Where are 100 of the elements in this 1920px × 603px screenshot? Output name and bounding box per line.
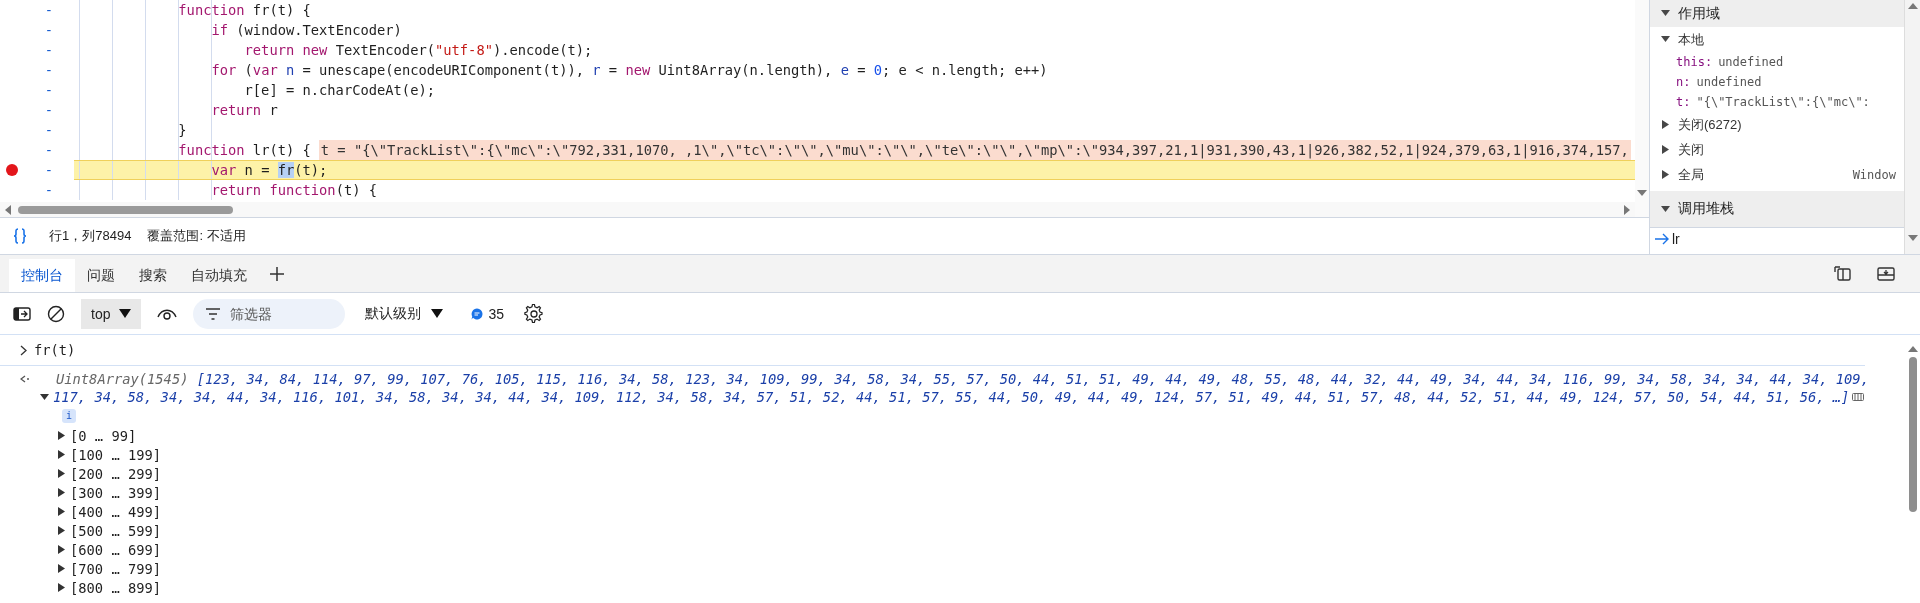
array-range[interactable]: [0 … 99] [70, 427, 137, 444]
dropdown-caret-icon [431, 309, 444, 318]
expand-arrow-icon[interactable] [57, 469, 66, 478]
collapse-arrow-icon[interactable] [1661, 35, 1670, 44]
code-line: r[e] = n.charCodeAt(e); [243, 81, 435, 100]
scope-label[interactable]: 关闭(6272) [1678, 115, 1742, 134]
filter-icon [206, 307, 221, 320]
expand-arrow-icon[interactable] [57, 431, 66, 440]
array-range[interactable]: [400 … 499] [70, 503, 162, 520]
array-preview: 117, 34, 58, 34, 34, 44, 34, 116, 101, 34, 58, 34, 34, 44, 34, 109, 112, 34, 58, 34, 57, 51, 52, 44, 51, 57, 55, 44, 50, 49, 44, 49, 124, 57, 51, 49, 44, 51, 57, 48, 44, 52, 51, 44, 49, 124, 57, 50, 54, 44, 51, 56, …] [53, 389, 1850, 405]
scroll-up-icon [1907, 345, 1918, 353]
expand-arrow-icon[interactable] [57, 450, 66, 459]
code-line: return function(t) { [210, 181, 378, 200]
object-type: Uint8Array(1545) [56, 371, 189, 387]
coverage-status: 覆盖范围: 不适用 [147, 227, 246, 245]
variable-value: undefined [1718, 55, 1784, 69]
sidebar-icon[interactable] [13, 306, 31, 321]
line-number: - [43, 161, 55, 180]
inline-value: t = "{\"TrackList\":{\"mc\":\"792,331,1070, ,1\",\"tc\":\"\",\"mu\":\"\",\"te\":\"\",\"mp\":\"934,397,21,1|931,390,43,1|926,382,52,1|924,379,63,1|916,374,157, [318, 140, 1631, 160]
variable-name: this: [1676, 55, 1713, 69]
array-range[interactable]: [500 … 599] [70, 522, 162, 539]
line-number: - [43, 141, 55, 160]
section-header[interactable]: 作用域 [1650, 0, 1904, 27]
scope-label[interactable]: 全局 [1678, 165, 1704, 184]
panel-tab[interactable]: 自动填充 [179, 259, 259, 292]
expand-arrow-icon[interactable] [57, 564, 66, 573]
line-number: - [43, 181, 55, 200]
scrollbar-thumb[interactable] [1908, 357, 1917, 512]
expand-arrow-icon[interactable] [57, 526, 66, 535]
scroll-down-icon [1637, 189, 1647, 197]
console-command-text: fr(t) [34, 342, 76, 358]
message-count[interactable]: 35 [465, 304, 511, 323]
prompt-chevron-icon [20, 344, 28, 356]
dock-bottom-icon[interactable] [1877, 265, 1895, 282]
context-dropdown[interactable]: top [81, 298, 142, 329]
braces-icon[interactable] [13, 228, 27, 244]
expand-arrow-icon[interactable] [57, 488, 66, 497]
scroll-left-icon [4, 204, 12, 215]
log-level-dropdown[interactable]: 默认级别 [359, 303, 450, 324]
array-range[interactable]: [600 … 699] [70, 541, 162, 558]
section-title: 调用堆栈 [1678, 200, 1734, 218]
collapse-arrow-icon[interactable] [1661, 204, 1670, 214]
expand-arrow-icon[interactable] [57, 507, 66, 516]
array-range[interactable]: [100 … 199] [70, 446, 162, 463]
expand-arrow-icon[interactable] [1661, 120, 1670, 129]
expand-arrow-icon[interactable] [1661, 170, 1670, 179]
info-badge[interactable]: i [62, 409, 77, 423]
variable-name: n: [1676, 75, 1691, 89]
code-line: return new TextEncoder("utf-8").encode(t); [243, 41, 593, 60]
array-range[interactable]: [800 … 899] [70, 579, 162, 596]
settings-icon[interactable] [524, 303, 545, 324]
line-number: - [43, 81, 55, 100]
panel-tab[interactable]: 搜索 [127, 259, 179, 292]
collapse-arrow-icon[interactable] [40, 392, 49, 402]
line-number: - [43, 21, 55, 40]
code-line: if (window.TextEncoder) [210, 21, 402, 40]
scroll-down-icon [1907, 234, 1918, 242]
memory-icon[interactable] [1851, 392, 1866, 402]
line-number: - [43, 41, 55, 60]
message-icon [471, 307, 484, 320]
clear-icon[interactable] [47, 304, 65, 323]
array-preview: [123, 34, 84, 114, 97, 99, 107, 76, 105, 115, 116, 34, 58, 123, 34, 109, 99, 34, 58, 34, 55, 57, 50, 44, 51, 51, 49, 44, 49, 48, 55, 48, 44, 32, 44, 49, 34, 44, 34, 116, 99, 34, 58, 34, 34, 44, 34, 109, [195, 371, 1869, 387]
scroll-up-icon [1907, 2, 1918, 10]
panel-tab[interactable]: 问题 [75, 259, 127, 292]
plus-icon [269, 265, 285, 282]
variable-value: "{\"TrackList\":{\"mc\": [1696, 95, 1870, 109]
line-number: - [43, 121, 55, 140]
code-line: for (var n = unescape(encodeURIComponent(t)), r = new Uint8Array(n.length), e = 0; e < n.length; e++) [210, 61, 1048, 80]
code-line: var n = fr(t); [210, 161, 328, 180]
section-header[interactable]: 调用堆栈 [1650, 191, 1904, 227]
scope-label[interactable]: 关闭 [1678, 140, 1704, 159]
scroll-right-icon [1623, 204, 1631, 215]
breakpoint-icon[interactable] [6, 164, 18, 176]
line-number: - [43, 61, 55, 80]
expand-arrow-icon[interactable] [57, 545, 66, 554]
code-line: function fr(t) { [177, 1, 311, 20]
expand-arrow-icon[interactable] [57, 583, 66, 592]
return-arrow-icon [20, 374, 30, 384]
line-number: - [43, 1, 55, 20]
panel-tab[interactable]: 控制台 [9, 259, 75, 292]
code-line: return r [210, 101, 278, 120]
filter-field[interactable]: 筛选器 [193, 298, 346, 329]
collapse-arrow-icon[interactable] [1661, 9, 1670, 18]
array-range[interactable]: [300 … 399] [70, 484, 162, 501]
cursor-position: 行1，列78494 [49, 227, 132, 245]
code-line: } [177, 121, 187, 140]
scope-label[interactable]: 本地 [1678, 30, 1704, 49]
dock-icon[interactable] [1834, 265, 1852, 282]
scrollbar-thumb[interactable] [18, 205, 233, 214]
line-number: - [43, 101, 55, 120]
code-line: function lr(t) { [177, 141, 311, 160]
expand-arrow-icon[interactable] [1661, 145, 1670, 154]
scope-value: Window [1852, 167, 1896, 182]
dropdown-caret-icon [119, 309, 132, 318]
variable-name: t: [1676, 95, 1691, 109]
call-frame[interactable]: lr [1672, 231, 1680, 247]
section-title: 作用域 [1678, 4, 1720, 23]
array-range[interactable]: [200 … 299] [70, 465, 162, 482]
variable-value: undefined [1696, 75, 1762, 89]
array-range[interactable]: [700 … 799] [70, 560, 162, 577]
